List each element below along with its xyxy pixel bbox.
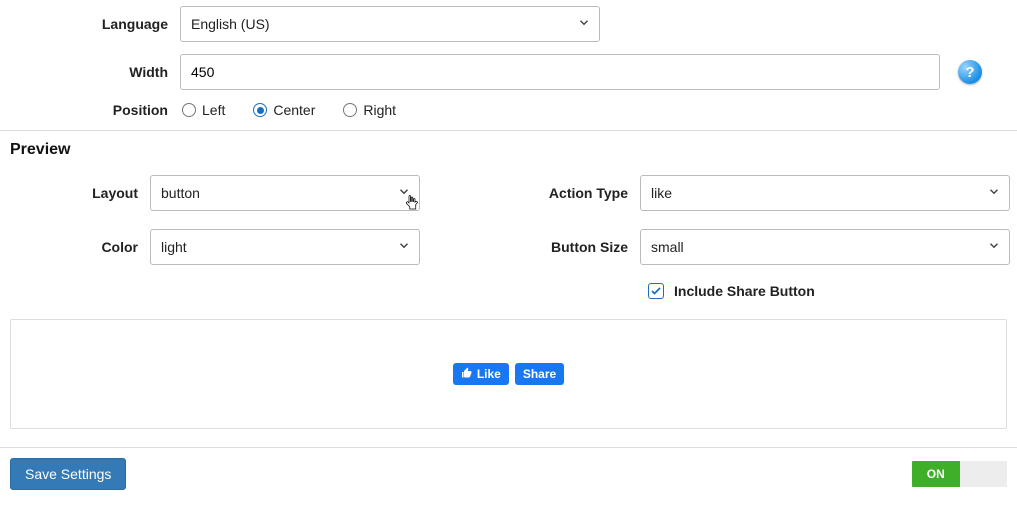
include-share-checkbox[interactable] [648, 283, 664, 299]
layout-value: button [161, 185, 200, 201]
chevron-down-icon [577, 16, 591, 33]
button-size-select[interactable]: small [640, 229, 1010, 265]
footer: Save Settings ON [0, 458, 1017, 490]
color-select[interactable]: light [150, 229, 420, 265]
radio-icon [343, 103, 357, 117]
cursor-icon [403, 193, 421, 218]
fb-share-button[interactable]: Share [515, 363, 564, 385]
color-value: light [161, 239, 187, 255]
position-radio-center[interactable]: Center [253, 102, 315, 118]
chevron-down-icon [987, 185, 1001, 202]
help-icon[interactable]: ? [958, 60, 982, 84]
row-language: Language English (US) [0, 6, 1017, 42]
save-settings-button[interactable]: Save Settings [10, 458, 126, 490]
language-select[interactable]: English (US) [180, 6, 600, 42]
label-button-size: Button Size [460, 239, 640, 255]
fb-like-button[interactable]: Like [453, 363, 509, 385]
action-type-select[interactable]: like [640, 175, 1010, 211]
position-radio-left[interactable]: Left [182, 102, 225, 118]
thumb-up-icon [461, 367, 473, 382]
preview-heading: Preview [10, 141, 1017, 159]
row-layout: Layout button [10, 175, 420, 211]
button-size-value: small [651, 239, 684, 255]
row-include-share: Include Share Button [648, 283, 1010, 299]
toggle-on-label: ON [912, 461, 960, 487]
row-button-size: Button Size small [460, 229, 1010, 265]
label-action-type: Action Type [460, 185, 640, 201]
label-position: Position [0, 102, 180, 118]
chevron-down-icon [397, 239, 411, 256]
action-type-value: like [651, 185, 672, 201]
position-radio-group: Left Center Right [180, 102, 396, 118]
row-width: Width ? [0, 54, 1017, 90]
label-include-share: Include Share Button [674, 283, 815, 299]
row-color: Color light [10, 229, 420, 265]
divider [0, 447, 1017, 448]
label-layout: Layout [10, 185, 150, 201]
language-value: English (US) [191, 16, 270, 32]
row-position: Position Left Center Right [0, 102, 1017, 118]
label-color: Color [10, 239, 150, 255]
layout-select[interactable]: button [150, 175, 420, 211]
radio-icon [182, 103, 196, 117]
position-radio-right[interactable]: Right [343, 102, 396, 118]
chevron-down-icon [397, 185, 411, 202]
label-language: Language [0, 16, 180, 32]
chevron-down-icon [987, 239, 1001, 256]
width-input[interactable] [180, 54, 940, 90]
enable-toggle[interactable]: ON [912, 461, 1007, 487]
divider [0, 130, 1017, 131]
preview-canvas: Like Share [10, 319, 1007, 429]
radio-checked-icon [253, 103, 267, 117]
row-action-type: Action Type like [460, 175, 1010, 211]
label-width: Width [0, 64, 180, 80]
toggle-off-side [960, 461, 1008, 487]
